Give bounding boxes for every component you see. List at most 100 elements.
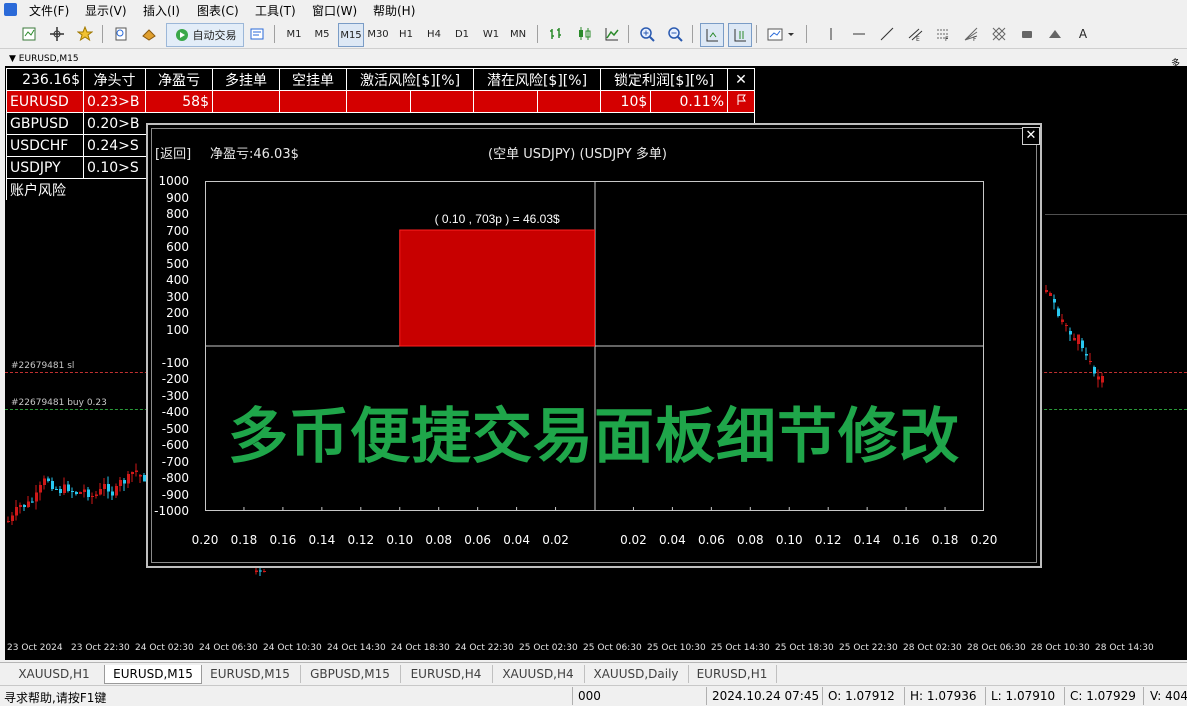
chart-tab[interactable]: XAUUSD,Daily xyxy=(584,665,689,683)
line-chart-icon[interactable] xyxy=(601,23,623,45)
pnl-cell[interactable]: 58$ xyxy=(145,90,213,113)
timeframe-mn[interactable]: MN xyxy=(507,23,529,45)
gann-grid-icon[interactable] xyxy=(988,23,1010,45)
dialog-close-button[interactable]: ✕ xyxy=(1022,127,1040,145)
chart-tab[interactable]: GBPUSD,M15 xyxy=(300,665,401,683)
time-axis-label: 25 Oct 14:30 xyxy=(711,643,770,653)
symbol-cell[interactable]: GBPUSD xyxy=(6,112,84,135)
time-axis-label: 25 Oct 02:30 xyxy=(519,643,578,653)
chart-shift-icon[interactable] xyxy=(728,23,752,47)
menu-insert[interactable]: 插入(I) xyxy=(143,2,180,19)
header-locked-profit: 锁定利润[$][%] xyxy=(600,68,728,91)
pnl-bar xyxy=(399,229,595,347)
sell-pending-cell[interactable] xyxy=(279,90,347,113)
symbol-cell[interactable]: USDCHF xyxy=(6,134,84,157)
flag-icon[interactable] xyxy=(727,90,755,113)
crosshair-move-icon[interactable] xyxy=(46,23,68,45)
zoom-out-icon[interactable] xyxy=(664,23,686,45)
chart-tab[interactable]: XAUUSD,H1 xyxy=(4,665,105,683)
svg-text:E: E xyxy=(916,36,920,42)
timeframe-m15[interactable]: M15 xyxy=(338,23,364,47)
y-axis-tick-label: -200 xyxy=(161,372,189,386)
x-axis-tick-label: 0.02 xyxy=(542,533,569,547)
fibonacci-fan-icon[interactable]: F xyxy=(960,23,982,45)
symbol-cell[interactable]: USDJPY xyxy=(6,156,84,179)
timeframe-w1[interactable]: W1 xyxy=(480,23,502,45)
chart-tab[interactable]: EURUSD,H1 xyxy=(688,665,777,683)
time-axis-label: 24 Oct 02:30 xyxy=(135,643,194,653)
header-buy-pending: 多挂单 xyxy=(212,68,280,91)
chart-tab[interactable]: EURUSD,H4 xyxy=(400,665,493,683)
y-axis-tick-label: -800 xyxy=(161,471,189,485)
terminal-icon[interactable] xyxy=(138,23,160,45)
candle-body xyxy=(1057,308,1060,317)
time-axis-label: 24 Oct 22:30 xyxy=(455,643,514,653)
y-axis-tick-label: 1000 xyxy=(158,174,189,188)
y-axis-tick-label: -600 xyxy=(161,438,189,452)
indicators-dropdown[interactable] xyxy=(764,23,798,45)
y-axis-tick-label: -100 xyxy=(161,355,189,370)
fibonacci-retracement-icon[interactable]: F xyxy=(932,23,954,45)
text-label-icon[interactable]: A xyxy=(1072,23,1094,45)
timeframe-m5[interactable]: M5 xyxy=(311,23,333,45)
timeframe-m30[interactable]: M30 xyxy=(366,23,390,45)
menu-charts[interactable]: 图表(C) xyxy=(197,2,239,19)
rectangle-icon[interactable] xyxy=(1016,23,1038,45)
menu-help[interactable]: 帮助(H) xyxy=(373,2,415,19)
status-profile: 000 xyxy=(578,689,601,703)
candle-body xyxy=(11,515,14,522)
favorites-icon[interactable] xyxy=(74,23,96,45)
app-icon[interactable] xyxy=(4,3,17,16)
x-axis-tick-label: 0.20 xyxy=(191,533,219,547)
strategy-tester-icon[interactable] xyxy=(246,23,268,45)
menu-file[interactable]: 文件(F) xyxy=(29,2,69,19)
candle-body xyxy=(95,494,98,497)
timeframe-m1[interactable]: M1 xyxy=(283,23,305,45)
autotrade-button[interactable]: 自动交易 xyxy=(166,23,244,47)
candle-body xyxy=(107,484,110,492)
vertical-line-icon[interactable] xyxy=(820,23,842,45)
x-axis-tick-label: 0.12 xyxy=(814,533,842,547)
equidistant-channel-icon[interactable]: E xyxy=(904,23,926,45)
symbol-cell[interactable]: EURUSD xyxy=(6,90,84,113)
new-chart-icon[interactable] xyxy=(18,23,40,45)
timeframe-h1[interactable]: H1 xyxy=(395,23,417,45)
chart-tabs: XAUUSD,H1 EURUSD,M15 EURUSD,M15 GBPUSD,M15 E… xyxy=(0,662,1187,685)
triangle-icon[interactable] xyxy=(1044,23,1066,45)
horizontal-line-icon[interactable] xyxy=(848,23,870,45)
x-axis-tick-label: 0.06 xyxy=(697,533,725,547)
buy-pending-cell[interactable] xyxy=(212,90,280,113)
chart-tab[interactable]: XAUUSD,H4 xyxy=(492,665,585,683)
candle-body xyxy=(1049,292,1052,296)
autoscroll-icon[interactable] xyxy=(700,23,724,47)
time-axis-label: 24 Oct 18:30 xyxy=(391,643,450,653)
navigator-icon[interactable] xyxy=(110,23,132,45)
bar-chart-icon[interactable] xyxy=(545,23,567,45)
active-risk-amount-cell xyxy=(346,90,411,113)
overlay-caption: 多币便捷交易面板细节修改 xyxy=(228,402,960,472)
menu-tools[interactable]: 工具(T) xyxy=(255,2,296,19)
zoom-in-icon[interactable] xyxy=(636,23,658,45)
candle-body xyxy=(35,492,38,502)
panel-close-button[interactable]: ✕ xyxy=(727,68,755,91)
y-axis-tick-label: -400 xyxy=(161,405,189,419)
candle-body xyxy=(63,484,66,494)
candle-body xyxy=(1069,331,1072,335)
candlestick-icon[interactable] xyxy=(573,23,595,45)
timeframe-d1[interactable]: D1 xyxy=(451,23,473,45)
header-net-position: 净头寸 xyxy=(83,68,146,91)
trendline-icon[interactable] xyxy=(876,23,898,45)
position-cell[interactable]: 0.23>B xyxy=(83,90,146,113)
menu-window[interactable]: 窗口(W) xyxy=(312,2,357,19)
return-button[interactable]: [返回] xyxy=(155,143,191,162)
autotrade-label: 自动交易 xyxy=(192,29,237,42)
timeframe-h4[interactable]: H4 xyxy=(423,23,445,45)
table-row[interactable]: EURUSD 0.23>B 58$ 10$ 0.11% xyxy=(6,90,755,113)
candle-body xyxy=(51,480,54,489)
candle-body xyxy=(127,473,130,484)
dialog-title: (空单 USDJPY) (USDJPY 多单) xyxy=(488,147,667,162)
chart-tab[interactable]: EURUSD,M15 xyxy=(200,665,301,683)
chart-tab[interactable]: EURUSD,M15 xyxy=(104,665,202,684)
menu-view[interactable]: 显示(V) xyxy=(85,2,127,19)
x-axis-tick-label: 0.10 xyxy=(775,533,803,547)
